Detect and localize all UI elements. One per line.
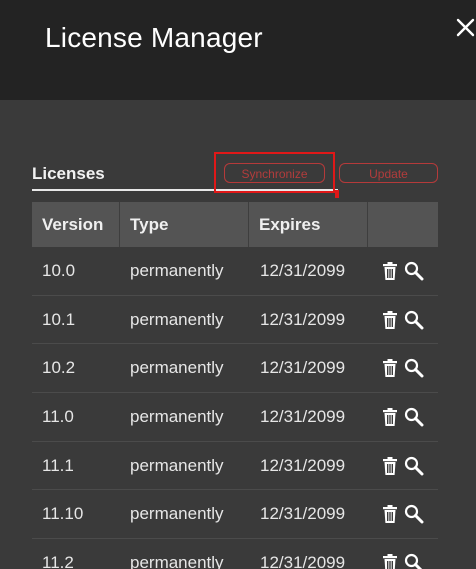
cell-version: 11.0 — [42, 407, 74, 427]
column-header-version[interactable]: Version — [32, 202, 119, 247]
cell-expires: 12/31/2099 — [260, 261, 346, 280]
highlight-outline-tail — [335, 190, 339, 198]
trash-icon[interactable] — [380, 407, 400, 427]
column-header-type[interactable]: Type — [119, 202, 248, 247]
dialog-header: License Manager — [0, 0, 476, 100]
trash-icon[interactable] — [380, 358, 400, 378]
license-manager-dialog: License Manager Licenses Synchronize Upd… — [0, 0, 476, 569]
cell-expires: 12/31/2099 — [260, 504, 346, 524]
close-button[interactable] — [449, 11, 476, 43]
cell-expires: 12/31/2099 — [260, 358, 346, 378]
cell-version: 10.2 — [42, 358, 76, 378]
synchronize-button[interactable]: Synchronize — [224, 163, 325, 183]
table-row[interactable]: 11.1 permanently 12/31/2099 — [32, 442, 438, 491]
dialog-title: License Manager — [45, 22, 263, 53]
column-header-actions — [367, 202, 438, 247]
cell-expires: 12/31/2099 — [260, 455, 346, 475]
cell-type: permanently — [130, 358, 224, 378]
trash-icon[interactable] — [380, 456, 400, 476]
table-row[interactable]: 10.2 permanently 12/31/2099 — [32, 344, 438, 394]
cell-version: 10.1 — [42, 309, 76, 329]
magnifier-icon[interactable] — [404, 553, 424, 569]
magnifier-icon[interactable] — [404, 504, 424, 524]
cell-type: permanently — [130, 455, 224, 475]
licenses-section-title: Licenses — [32, 164, 105, 183]
table-row[interactable]: 10.0 permanently 12/31/2099 — [32, 247, 438, 296]
cell-type: permanently — [130, 309, 224, 329]
section-divider — [32, 189, 338, 191]
table-header: Version Type Expires — [32, 202, 438, 247]
trash-icon[interactable] — [380, 310, 400, 330]
cell-type: permanently — [130, 553, 224, 569]
magnifier-icon[interactable] — [404, 407, 424, 427]
cell-type: permanently — [130, 407, 224, 427]
cell-version: 11.2 — [42, 553, 74, 569]
table-row[interactable]: 11.10 permanently 12/31/2099 — [32, 490, 438, 540]
cell-version: 11.10 — [42, 504, 84, 524]
magnifier-icon[interactable] — [404, 261, 424, 281]
table-body: 10.0 permanently 12/31/2099 10.1 permanently… — [32, 247, 438, 569]
trash-icon[interactable] — [380, 553, 400, 569]
close-icon — [456, 18, 475, 37]
cell-expires: 12/31/2099 — [260, 553, 346, 569]
magnifier-icon[interactable] — [404, 358, 424, 378]
column-header-expires[interactable]: Expires — [248, 202, 367, 247]
trash-icon[interactable] — [380, 261, 400, 281]
cell-version: 10.0 — [42, 261, 76, 280]
table-row[interactable]: 11.2 permanently 12/31/2099 — [32, 539, 438, 569]
cell-type: permanently — [130, 261, 224, 280]
table-row[interactable]: 11.0 permanently 12/31/2099 — [32, 393, 438, 442]
table-row[interactable]: 10.1 permanently 12/31/2099 — [32, 296, 438, 345]
cell-version: 11.1 — [42, 455, 74, 475]
magnifier-icon[interactable] — [404, 456, 424, 476]
update-button[interactable]: Update — [339, 163, 438, 183]
cell-expires: 12/31/2099 — [260, 309, 346, 329]
magnifier-icon[interactable] — [404, 310, 424, 330]
cell-type: permanently — [130, 504, 224, 524]
cell-expires: 12/31/2099 — [260, 407, 346, 427]
trash-icon[interactable] — [380, 504, 400, 524]
licenses-table: Version Type Expires 10.0 permanently 12/3… — [32, 202, 438, 569]
